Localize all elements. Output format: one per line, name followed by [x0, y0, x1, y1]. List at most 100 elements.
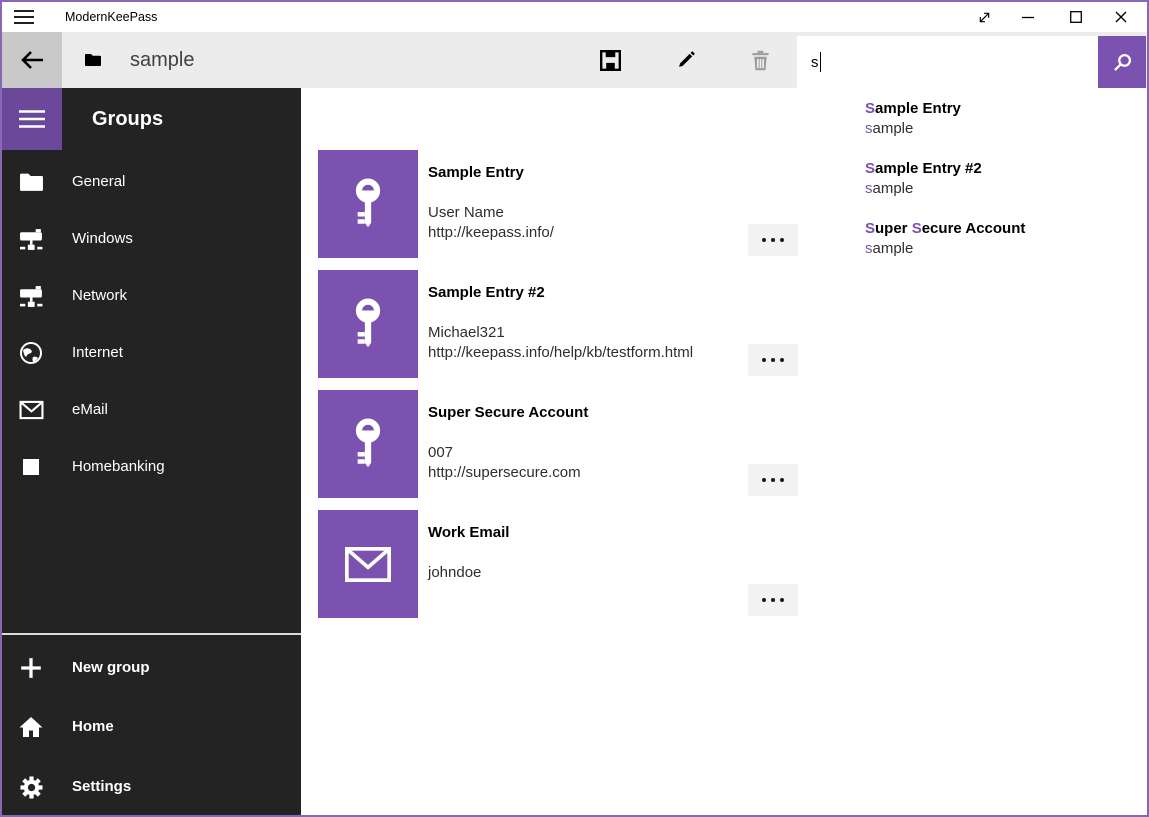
pencil-icon — [676, 50, 696, 70]
network-icon — [17, 219, 45, 259]
sidebar-item-internet[interactable]: Internet — [2, 333, 301, 373]
ellipsis-icon — [762, 478, 784, 482]
entry-title[interactable]: Sample Entry #2 — [428, 270, 742, 301]
plus-icon — [17, 648, 45, 688]
suggestion-item[interactable]: Sample Entry #2 sample — [865, 159, 1147, 199]
mail-icon — [345, 546, 391, 583]
fullscreen-button[interactable] — [966, 2, 1002, 32]
entry-username: User Name — [428, 203, 742, 223]
home-icon — [17, 707, 45, 747]
sidebar-item-label: Homebanking — [72, 447, 165, 487]
entry-title[interactable]: Work Email — [428, 510, 742, 541]
entry-tile[interactable] — [318, 390, 418, 498]
suggestion-item[interactable]: Super Secure Account sample — [865, 219, 1147, 259]
mail-icon — [17, 390, 45, 430]
sidebar-item-network[interactable]: Network — [2, 276, 301, 316]
sidebar-item-settings[interactable]: Settings — [2, 767, 301, 807]
more-button[interactable] — [748, 224, 798, 256]
search-icon — [1113, 53, 1132, 72]
more-button[interactable] — [748, 464, 798, 496]
more-button[interactable] — [748, 344, 798, 376]
edit-button[interactable] — [666, 40, 706, 80]
command-bar: sample s — [2, 32, 1147, 88]
save-icon — [600, 50, 621, 71]
group-folder-icon — [84, 53, 102, 67]
key-icon — [350, 178, 386, 230]
search-button[interactable] — [1098, 36, 1146, 88]
page-title: sample — [130, 32, 194, 88]
sidebar-item-home[interactable]: Home — [2, 707, 301, 747]
sidebar-item-label: Network — [72, 276, 127, 316]
suggestion-subtitle: sample — [865, 119, 1147, 139]
square-icon — [17, 447, 45, 487]
entry-tile[interactable] — [318, 510, 418, 618]
entry-row: Super Secure Account 007 http://supersec… — [318, 390, 798, 498]
minimize-button[interactable] — [1010, 2, 1046, 32]
ellipsis-icon — [762, 598, 784, 602]
entry-url: http://supersecure.com — [428, 463, 742, 483]
entry-tile[interactable] — [318, 150, 418, 258]
sidebar-item-label: Home — [72, 707, 114, 747]
key-icon — [350, 298, 386, 350]
sidebar-item-label: New group — [72, 648, 150, 688]
close-button[interactable] — [1103, 2, 1139, 32]
suggestion-subtitle: sample — [865, 239, 1147, 259]
globe-icon — [17, 333, 45, 373]
navigation-pane: Groups General Windows Network Internet … — [2, 88, 301, 815]
suggestion-subtitle: sample — [865, 179, 1147, 199]
search-suggestions: Sample Entry sample Sample Entry #2 samp… — [799, 88, 1147, 295]
sidebar-item-new-group[interactable]: New group — [2, 648, 301, 688]
trash-icon — [751, 50, 770, 71]
titlebar: ModernKeePass — [2, 2, 1147, 32]
sidebar-item-label: Windows — [72, 219, 133, 259]
app-title: ModernKeePass — [65, 2, 157, 32]
hamburger-icon — [19, 110, 45, 128]
entry-row: Sample Entry #2 Michael321 http://keepas… — [318, 270, 798, 378]
back-button[interactable] — [2, 32, 62, 88]
close-icon — [1115, 11, 1127, 23]
back-arrow-icon — [19, 49, 45, 71]
search-input-value: s — [811, 54, 819, 71]
hamburger-button[interactable] — [2, 88, 62, 150]
search-input[interactable]: s — [797, 36, 1098, 88]
entry-title[interactable]: Sample Entry — [428, 150, 742, 181]
entry-list: Sample Entry User Name http://keepass.in… — [318, 150, 798, 630]
sidebar-item-label: eMail — [72, 390, 108, 430]
suggestion-title: Super Secure Account — [865, 219, 1147, 239]
entry-row: Work Email johndoe — [318, 510, 798, 618]
maximize-button[interactable] — [1058, 2, 1094, 32]
ellipsis-icon — [762, 358, 784, 362]
gear-icon — [17, 767, 45, 807]
suggestion-title: Sample Entry #2 — [865, 159, 1147, 179]
text-caret — [820, 52, 821, 72]
entry-username: 007 — [428, 443, 742, 463]
entry-tile[interactable] — [318, 270, 418, 378]
sidebar-divider — [2, 633, 301, 635]
diagonal-resize-icon — [977, 10, 992, 25]
suggestion-item[interactable]: Sample Entry sample — [865, 99, 1147, 139]
sidebar-item-label: Internet — [72, 333, 123, 373]
minimize-icon — [1022, 11, 1034, 23]
sidebar-item-label: Settings — [72, 767, 131, 807]
sidebar-item-general[interactable]: General — [2, 162, 301, 202]
sidebar-item-label: General — [72, 162, 125, 202]
sidebar-item-homebanking[interactable]: Homebanking — [2, 447, 301, 487]
entry-url: http://keepass.info/ — [428, 223, 742, 243]
entry-username: johndoe — [428, 563, 742, 583]
sidebar-item-email[interactable]: eMail — [2, 390, 301, 430]
sidebar-item-windows[interactable]: Windows — [2, 219, 301, 259]
entry-title[interactable]: Super Secure Account — [428, 390, 742, 421]
ellipsis-icon — [762, 238, 784, 242]
maximize-icon — [1070, 11, 1082, 23]
key-icon — [350, 418, 386, 470]
groups-heading: Groups — [92, 88, 163, 150]
save-button[interactable] — [590, 40, 630, 80]
more-button[interactable] — [748, 584, 798, 616]
entry-url: http://keepass.info/help/kb/testform.htm… — [428, 343, 742, 363]
suggestion-title: Sample Entry — [865, 99, 1147, 119]
folder-icon — [17, 162, 45, 202]
entry-row: Sample Entry User Name http://keepass.in… — [318, 150, 798, 258]
delete-button[interactable] — [740, 40, 780, 80]
app-menu-icon[interactable] — [14, 10, 36, 25]
entry-username: Michael321 — [428, 323, 742, 343]
